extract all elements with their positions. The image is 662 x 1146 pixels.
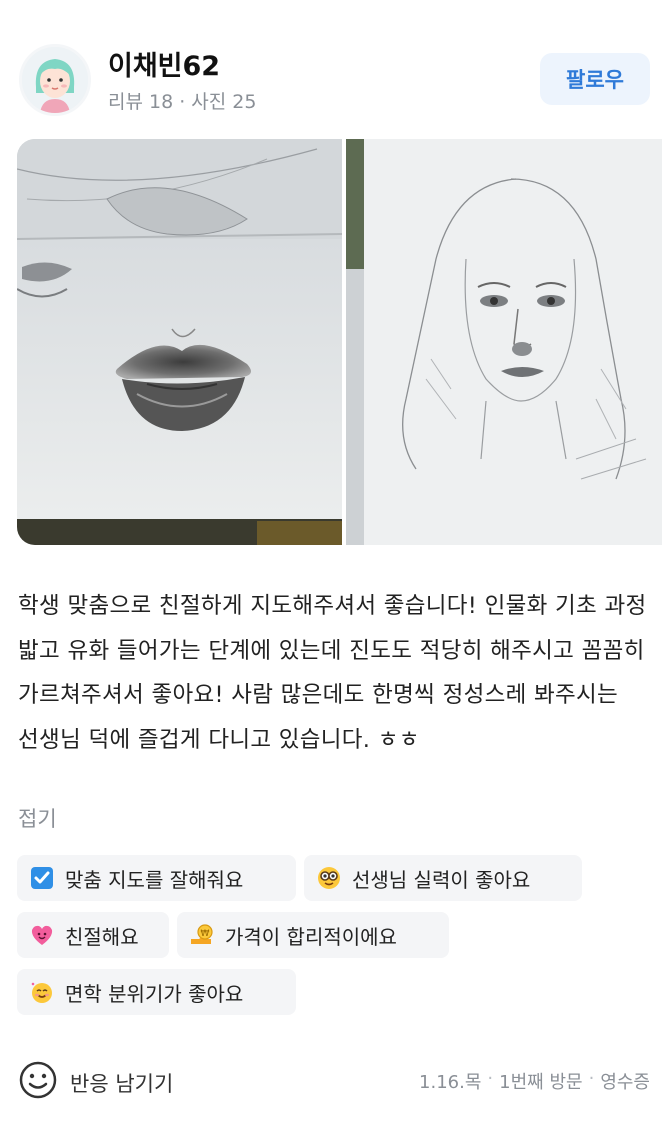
review-meta: 1.16.목 · 1번째 방문 · 영수증 xyxy=(419,1068,650,1094)
heart-face-icon xyxy=(29,922,55,948)
keyword-tag-label: 맞춤 지도를 잘해줘요 xyxy=(65,867,244,892)
keyword-tag-custom-guidance: 맞춤 지도를 잘해줘요 xyxy=(17,855,296,901)
leave-reaction-button[interactable]: 반응 남기기 xyxy=(18,1060,173,1105)
review-photos xyxy=(17,139,662,545)
keyword-tag-teacher-skill: 선생님 실력이 좋아요 xyxy=(304,855,582,901)
avatar-illustration xyxy=(22,47,88,113)
smile-outline-icon xyxy=(18,1060,58,1105)
meta-separator: · xyxy=(588,1068,595,1089)
svg-text:₩: ₩ xyxy=(201,929,210,939)
review-text: 학생 맞춤으로 친절하게 지도해주셔서 좋습니다! 인물화 기초 과정 밟고 유… xyxy=(18,593,647,753)
keyword-tag-label: 면학 분위기가 좋아요 xyxy=(65,981,244,1006)
leave-reaction-label: 반응 남기기 xyxy=(70,1071,174,1096)
visit-date: 1.16.목 xyxy=(419,1072,482,1093)
review-header: 이채빈62 리뷰 18 · 사진 25 팔로우 xyxy=(0,0,662,140)
smiling-face-icon xyxy=(29,979,55,1005)
nerd-face-icon xyxy=(316,865,342,891)
keyword-tag-label: 선생님 실력이 좋아요 xyxy=(352,867,531,892)
check-box-icon xyxy=(29,865,55,891)
review-footer: 반응 남기기 1.16.목 · 1번째 방문 · 영수증 xyxy=(0,1050,662,1110)
keyword-tag-kind: 친절해요 xyxy=(17,912,169,958)
keyword-tag-atmosphere: 면학 분위기가 좋아요 xyxy=(17,969,296,1015)
collapse-button[interactable]: 접기 xyxy=(18,803,57,833)
keyword-tag-label: 친절해요 xyxy=(65,924,139,949)
keyword-tag-price: ₩ 가격이 합리적이에요 xyxy=(177,912,449,958)
visit-count: 1번째 방문 xyxy=(499,1072,583,1093)
review-photo-lips-sketch[interactable] xyxy=(17,139,342,545)
lips-sketch-image xyxy=(17,139,342,545)
follow-button[interactable]: 팔로우 xyxy=(540,53,650,105)
review-photo-portrait-sketch[interactable] xyxy=(346,139,662,545)
user-stats: 리뷰 18 · 사진 25 xyxy=(108,91,257,113)
portrait-sketch-image xyxy=(346,139,662,545)
receipt-label: 영수증 xyxy=(600,1072,650,1093)
coin-hand-icon: ₩ xyxy=(189,922,215,948)
keyword-tag-label: 가격이 합리적이에요 xyxy=(225,924,397,949)
avatar[interactable] xyxy=(19,44,91,116)
user-name[interactable]: 이채빈62 xyxy=(108,44,220,83)
meta-separator: · xyxy=(487,1068,494,1089)
